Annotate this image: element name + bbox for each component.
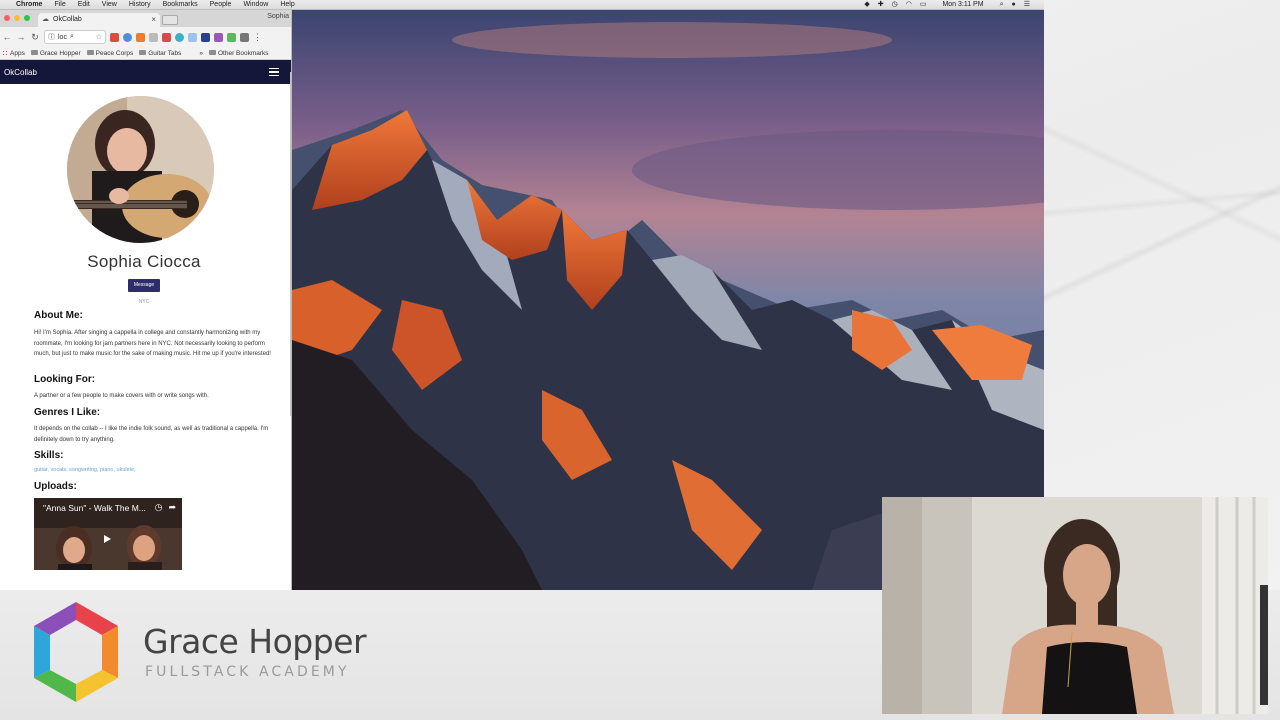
chrome-menu-icon[interactable]: ⋮ <box>253 32 262 43</box>
profile-name: Sophia Ciocca <box>87 252 201 271</box>
profile-page: Sophia Ciocca Message NYC About Me: Hi! … <box>0 84 291 570</box>
genres-text: It depends on the collab -- I like the i… <box>34 426 269 443</box>
zoom-window-button[interactable] <box>24 15 30 21</box>
tab-close-icon[interactable]: × <box>151 13 156 27</box>
skills-heading: Skills: <box>34 450 64 461</box>
genres-heading: Genres I Like: <box>34 407 101 418</box>
folder-icon <box>208 50 216 56</box>
video-actions: ◷ ➦ <box>155 502 176 513</box>
banner-title: Grace Hopper <box>143 622 367 661</box>
spotlight-icon[interactable]: ⌕ <box>1000 0 1004 10</box>
menu-window[interactable]: Window <box>243 0 268 10</box>
grace-hopper-logo-icon <box>34 602 118 702</box>
profile-name-button[interactable]: Sophia <box>267 13 289 20</box>
extension-icon[interactable]: ✚ <box>878 0 884 10</box>
folder-icon <box>139 50 147 56</box>
reload-icon[interactable]: ↻ <box>30 32 40 43</box>
back-icon[interactable]: ← <box>2 32 12 42</box>
extension-book-icon[interactable] <box>240 32 249 42</box>
upload-video-thumbnail[interactable]: "Anna Sun" - Walk The M... ◷ ➦ <box>34 498 182 570</box>
menu-history[interactable]: History <box>129 0 151 10</box>
extension-green-icon[interactable] <box>227 32 236 42</box>
about-heading: About Me: <box>34 310 83 321</box>
new-tab-button[interactable] <box>162 15 178 25</box>
profile-avatar <box>67 96 214 243</box>
extension-purple-icon[interactable] <box>214 32 223 42</box>
other-bookmarks[interactable]: Other Bookmarks <box>208 50 269 57</box>
extension-teal-icon[interactable] <box>175 32 184 42</box>
airplay-icon[interactable]: ▭ <box>920 0 927 10</box>
browser-window: ☁ OkCollab × Sophia ← → ↻ ⓘ loc ⌕ ☆ ⋮ Ap… <box>0 10 292 590</box>
address-bar[interactable]: ⓘ loc ⌕ ☆ <box>44 30 106 44</box>
wifi-icon[interactable]: ◠ <box>906 0 912 10</box>
message-button[interactable]: Message <box>128 279 160 292</box>
bookmark-grace-hopper[interactable]: Grace Hopper <box>30 50 81 57</box>
menu-app-name[interactable]: Chrome <box>16 0 42 10</box>
site-info-icon[interactable]: ⓘ <box>48 32 55 42</box>
notification-center-icon[interactable]: ☰ <box>1024 0 1030 10</box>
play-icon[interactable] <box>104 535 111 543</box>
tab-strip: ☁ OkCollab × Sophia <box>0 10 291 27</box>
camera-frame-edge <box>1260 585 1268 705</box>
watch-later-icon[interactable]: ◷ <box>155 502 163 513</box>
page-scrollbar[interactable] <box>290 72 291 416</box>
speaker-camera-feed <box>882 497 1268 714</box>
speaker-video-illustration <box>882 497 1268 714</box>
menu-edit[interactable]: Edit <box>78 0 90 10</box>
menu-bookmarks[interactable]: Bookmarks <box>163 0 198 10</box>
bookmark-guitar-tabs[interactable]: Guitar Tabs <box>139 50 181 57</box>
window-controls <box>4 15 30 21</box>
folder-icon <box>30 50 38 56</box>
uploads-heading: Uploads: <box>34 481 77 492</box>
menubar-clock[interactable]: Mon 3:11 PM <box>942 0 983 10</box>
bookmark-apps[interactable]: Apps <box>2 50 25 57</box>
browser-toolbar: ← → ↻ ⓘ loc ⌕ ☆ ⋮ <box>0 27 291 47</box>
looking-for-heading: Looking For: <box>34 374 96 385</box>
extension-red2-icon[interactable] <box>162 32 171 42</box>
close-window-button[interactable] <box>4 15 10 21</box>
menu-view[interactable]: View <box>102 0 117 10</box>
search-icon: ⌕ <box>69 33 74 40</box>
extension-grey-icon[interactable] <box>149 32 158 42</box>
avatar-photo <box>67 96 214 243</box>
forward-icon[interactable]: → <box>16 32 26 42</box>
time-machine-icon[interactable]: ◷ <box>892 0 898 10</box>
folder-icon <box>86 50 94 56</box>
tab-title: OkCollab <box>53 16 82 23</box>
profile-location: NYC <box>138 299 150 305</box>
tab-okcollab[interactable]: ☁ OkCollab × <box>38 13 160 27</box>
extension-blue-icon[interactable] <box>123 32 132 42</box>
about-text: Hi! I'm Sophia. After singing a cappella… <box>34 330 271 357</box>
apps-grid-icon <box>2 49 8 56</box>
bookmark-peace-corps[interactable]: Peace Corps <box>86 50 133 57</box>
tab-favicon-icon: ☁ <box>42 16 49 23</box>
video-title[interactable]: "Anna Sun" - Walk The M... <box>43 503 146 513</box>
hamburger-menu-icon[interactable] <box>269 67 279 77</box>
mac-menubar: Chrome File Edit View History Bookmarks … <box>0 0 1044 10</box>
siri-icon[interactable]: ● <box>1011 0 1015 10</box>
menu-file[interactable]: File <box>54 0 65 10</box>
minimize-window-button[interactable] <box>14 15 20 21</box>
address-text: loc <box>58 33 67 41</box>
bookmarks-overflow-button[interactable]: » <box>199 50 203 57</box>
app-brand-link[interactable]: OkCollab <box>4 68 37 77</box>
looking-for-text: A partner or a few people to make covers… <box>34 393 209 399</box>
skills-list[interactable]: guitar, vocals, songwriting, piano, ukul… <box>34 467 136 473</box>
extension-light-blue-icon[interactable] <box>188 32 197 42</box>
extension-navy-icon[interactable] <box>201 32 210 42</box>
menu-people[interactable]: People <box>210 0 232 10</box>
bookmarks-bar: Apps Grace Hopper Peace Corps Guitar Tab… <box>0 47 291 60</box>
extension-orange-icon[interactable] <box>136 32 145 42</box>
menu-help[interactable]: Help <box>280 0 294 10</box>
share-icon[interactable]: ➦ <box>168 502 176 513</box>
extension-red-icon[interactable] <box>110 32 119 42</box>
dropbox-icon[interactable]: ◆ <box>864 0 869 10</box>
bookmark-star-icon[interactable]: ☆ <box>96 33 102 41</box>
app-navbar: OkCollab <box>0 60 291 84</box>
banner-subtitle: FULLSTACK ACADEMY <box>145 664 350 680</box>
